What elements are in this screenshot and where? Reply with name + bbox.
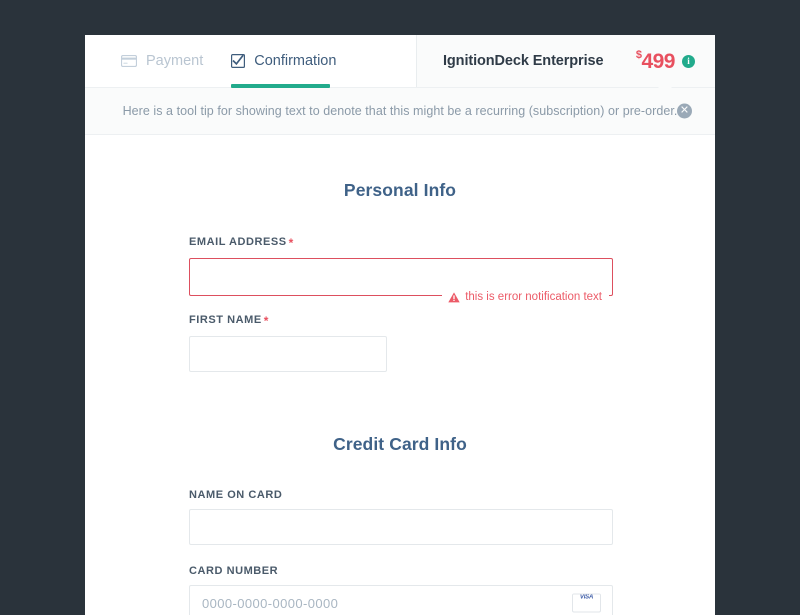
card-number-input[interactable] [189, 585, 613, 615]
email-error-text: this is error notification text [465, 291, 602, 303]
checkout-form: Personal Info EMAIL ADDRESS * this is err… [85, 180, 715, 615]
email-field-group: EMAIL ADDRESS * this is error notificatio… [189, 236, 613, 303]
email-error-note: this is error notification text [442, 291, 609, 303]
checkbox-checked-icon [231, 54, 246, 68]
checkout-tabs: Payment Confirmation [85, 35, 417, 88]
tab-payment[interactable]: Payment [85, 35, 203, 87]
warning-triangle-icon [448, 291, 460, 303]
first-name-field-group: FIRST NAME * [189, 314, 613, 372]
checkout-header: Payment Confirmation IgnitionDeck Enterp… [85, 35, 715, 88]
tooltip-bar: Here is a tool tip for showing text to d… [85, 81, 715, 135]
card-number-input-wrap: VISA [189, 585, 613, 615]
credit-card-icon [121, 55, 137, 67]
card-number-field-label: CARD NUMBER [189, 565, 279, 577]
product-summary: IgnitionDeck Enterprise $499 i [417, 35, 715, 87]
currency-symbol: $ [635, 48, 642, 61]
email-field-label-text: EMAIL ADDRESS [189, 236, 287, 248]
tab-payment-label: Payment [146, 53, 204, 69]
tooltip-notch [658, 81, 672, 88]
price-amount: 499 [641, 49, 675, 73]
product-name: IgnitionDeck Enterprise [443, 53, 604, 69]
close-circle-icon[interactable]: ✕ [677, 103, 692, 119]
email-field-label: EMAIL ADDRESS * [189, 236, 613, 250]
name-on-card-field-label: NAME ON CARD [189, 489, 283, 501]
section-title-credit-card-info: Credit Card Info [333, 434, 467, 454]
required-marker: * [263, 314, 269, 328]
first-name-field-label-text: FIRST NAME [189, 314, 262, 326]
product-price: $499 [635, 48, 676, 73]
required-marker: * [288, 236, 294, 250]
visa-card-icon[interactable]: VISA [572, 593, 601, 613]
section-title-personal-info: Personal Info [343, 180, 457, 200]
name-on-card-input[interactable] [189, 509, 613, 545]
tab-confirmation-label: Confirmation [254, 53, 337, 69]
price-group: $499 i [635, 48, 695, 73]
tab-confirmation[interactable]: Confirmation [203, 35, 337, 88]
name-on-card-field-group: NAME ON CARD [189, 489, 613, 545]
info-circle-icon[interactable]: i [682, 54, 695, 68]
card-number-field-group: CARD NUMBER VISA [189, 565, 613, 615]
tooltip-text: Here is a tool tip for showing text to d… [122, 104, 678, 118]
checkout-card: Payment Confirmation IgnitionDeck Enterp… [85, 35, 715, 615]
first-name-input[interactable] [189, 336, 387, 372]
first-name-field-label: FIRST NAME * [189, 314, 613, 328]
